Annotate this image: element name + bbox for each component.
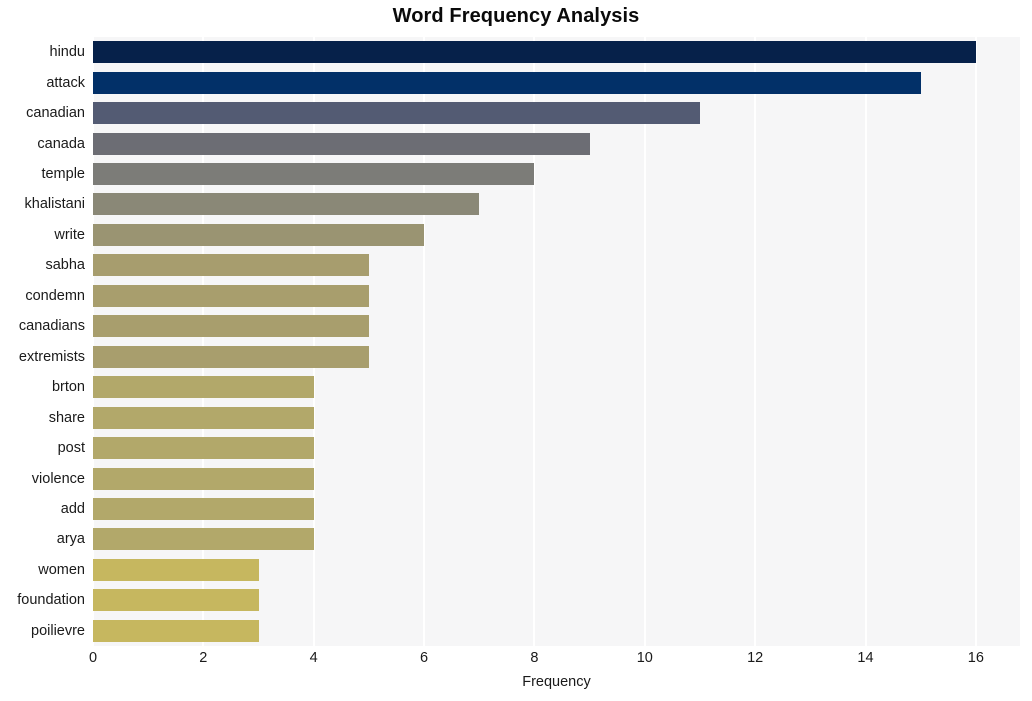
bar[interactable] [93, 619, 259, 642]
word-frequency-chart: Word Frequency Analysis hindu attack canad… [0, 0, 1032, 701]
y-tick-label: condemn [25, 287, 85, 304]
y-tick-label: extremists [18, 348, 85, 365]
bar[interactable] [93, 345, 369, 368]
bars-layer [93, 37, 1020, 646]
x-tick-label: 2 [199, 650, 208, 666]
bar-fill [93, 406, 314, 429]
bar[interactable] [93, 41, 976, 64]
bar-fill [93, 223, 425, 246]
bar-fill [93, 284, 369, 307]
bar[interactable] [93, 558, 259, 581]
y-tick-label: canadian [26, 105, 85, 122]
bar[interactable] [93, 102, 700, 125]
y-tick-label: brton [51, 379, 85, 396]
y-tick-label: women [38, 561, 85, 578]
bar[interactable] [93, 376, 314, 399]
y-tick-label: foundation [17, 592, 85, 609]
bar-fill [93, 315, 369, 338]
bar[interactable] [93, 467, 314, 490]
bar[interactable] [93, 132, 590, 155]
y-tick-label: share [48, 409, 85, 426]
y-tick-label: canada [37, 135, 85, 152]
y-tick-label: arya [56, 531, 85, 548]
bar[interactable] [93, 589, 259, 612]
y-tick-label: post [57, 440, 85, 457]
y-tick-label: attack [46, 74, 85, 91]
bar[interactable] [93, 406, 314, 429]
bar-fill [93, 497, 314, 520]
bar-fill [93, 376, 314, 399]
y-axis-tick-labels: hindu attack canadian canada temple khalistan… [0, 37, 85, 646]
bar-fill [93, 102, 700, 125]
y-tick-label: sabha [45, 257, 85, 274]
y-tick-label: khalistani [24, 196, 85, 213]
y-tick-label: violence [31, 470, 85, 487]
bar[interactable] [93, 223, 425, 246]
bar-fill [93, 193, 480, 216]
bar[interactable] [93, 163, 535, 186]
bar[interactable] [93, 71, 921, 94]
bar-fill [93, 163, 535, 186]
bar-fill [93, 132, 590, 155]
x-tick-label: 0 [88, 650, 98, 666]
bar-fill [93, 41, 976, 64]
bar[interactable] [93, 528, 314, 551]
bar[interactable] [93, 193, 480, 216]
x-tick-label: 8 [530, 650, 539, 666]
bar[interactable] [93, 315, 369, 338]
bar-fill [93, 528, 314, 551]
plot-area [93, 37, 1020, 646]
x-tick-label: 16 [967, 650, 984, 666]
x-axis-title: Frequency [522, 674, 591, 690]
bar[interactable] [93, 254, 369, 277]
x-tick-label: 6 [420, 650, 429, 666]
bar-fill [93, 558, 259, 581]
x-axis-tick-labels: 0 2 4 6 8 10 12 14 16 [89, 650, 1020, 672]
y-tick-label: add [60, 500, 85, 517]
page-title: Word Frequency Analysis [392, 5, 640, 27]
bar[interactable] [93, 284, 369, 307]
bar-fill [93, 71, 921, 94]
y-tick-label: poilievre [31, 622, 85, 639]
bar[interactable] [93, 497, 314, 520]
bar-fill [93, 467, 314, 490]
x-tick-label: 4 [309, 650, 318, 666]
bar-fill [93, 345, 369, 368]
y-tick-label: temple [41, 166, 85, 183]
x-tick-label: 14 [857, 650, 874, 666]
x-tick-label: 12 [747, 650, 764, 666]
bar[interactable] [93, 437, 314, 460]
y-tick-label: write [54, 226, 85, 243]
x-tick-label: 10 [636, 650, 653, 666]
y-tick-label: hindu [49, 44, 85, 61]
y-tick-label: canadians [18, 318, 85, 335]
bar-fill [93, 589, 259, 612]
bar-fill [93, 254, 369, 277]
bar-fill [93, 437, 314, 460]
bar-fill [93, 619, 259, 642]
